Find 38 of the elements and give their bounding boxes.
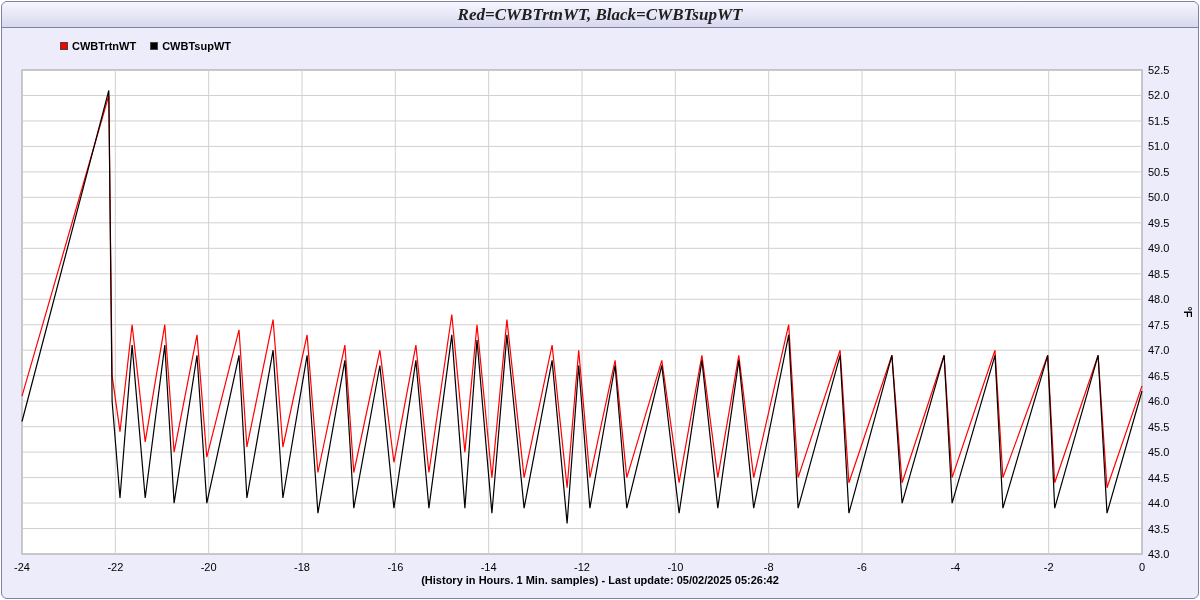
axis-tick-label: 47.5 [1148,318,1170,331]
axis-tick-label: 51.5 [1148,114,1170,127]
axis-tick-label: -18 [294,561,310,573]
axis-tick-label: 47.0 [1148,344,1170,357]
axis-tick-label: -8 [763,561,774,573]
axis-tick-label: 46.5 [1148,369,1170,382]
axis-tick-label: 52.5 [1148,64,1170,76]
axis-tick-label: 43.0 [1148,548,1170,560]
axis-tick-label: -6 [857,561,867,573]
axis-tick-label: -20 [200,561,217,573]
axis-tick-label: 52.0 [1148,89,1170,102]
axis-tick-label: 48.0 [1148,293,1170,306]
axis-tick-label: -4 [950,561,961,573]
axis-tick-label: 50.0 [1148,191,1170,204]
axis-tick-label: 44.0 [1148,497,1170,510]
axis-tick-label: 45.5 [1148,420,1170,433]
axis-tick-label: 50.5 [1148,165,1170,178]
axis-tick-label: 45.0 [1148,446,1170,459]
axis-tick-label: 49.5 [1148,216,1170,229]
axis-tick-label: 0 [1138,561,1146,573]
axis-tick-label: 46.0 [1148,395,1170,408]
axis-tick-label: -24 [14,561,30,573]
axis-title: °F [1182,306,1194,318]
axis-tick-label: -12 [574,561,590,573]
axis-tick-label: -16 [387,561,404,573]
legend-label: CWBTsupWT [162,38,231,54]
axis-tick-label: -14 [480,561,497,573]
axis-tick-label: 44.5 [1148,471,1170,484]
axis-tick-label: -10 [667,561,684,573]
chart-title: Red=CWBTrtnWT, Black=CWBTsupWT [2,2,1198,28]
axis-tick-label: 51.0 [1148,140,1170,153]
legend-label: CWBTrtnWT [72,38,137,54]
axis-tick-label: -22 [107,561,124,573]
axis-tick-label: 49.0 [1148,242,1170,255]
axis-tick-label: 43.5 [1148,522,1170,535]
axis-title: (History in Hours. 1 Min. samples) - Last update: 05/02/2025 05:26:42 [420,573,780,588]
axis-tick-label: 48.5 [1148,267,1170,280]
axis-tick-label: -2 [1043,561,1054,573]
